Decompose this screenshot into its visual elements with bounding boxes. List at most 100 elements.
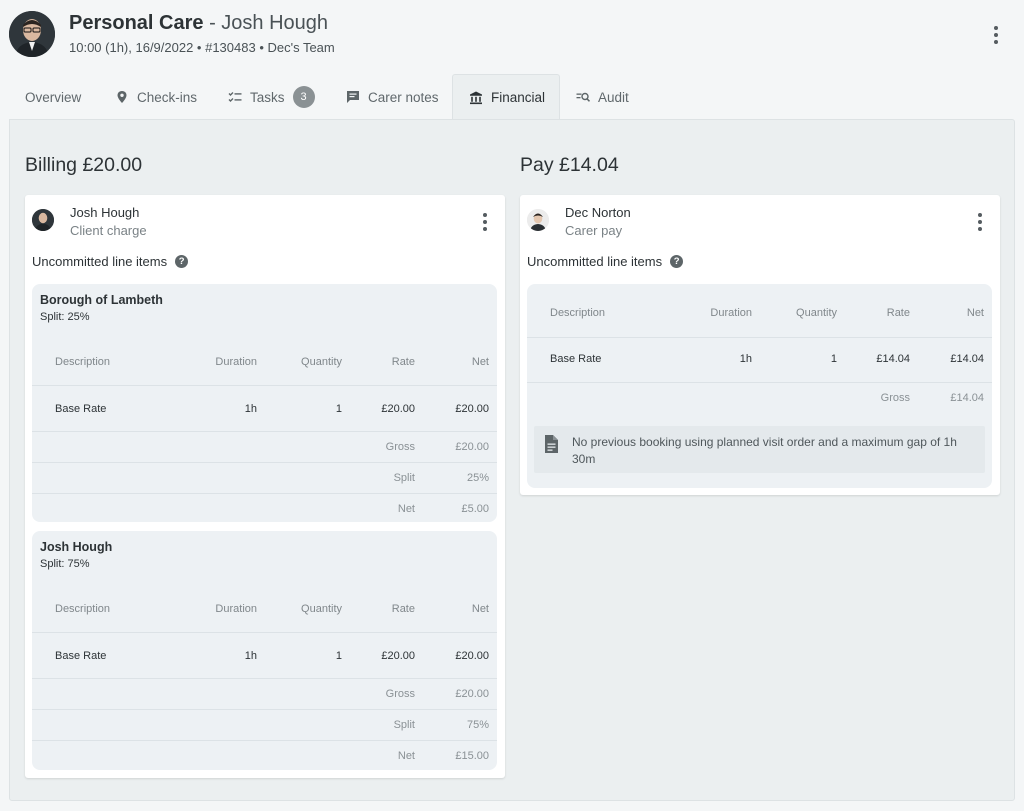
row-quantity: 1 bbox=[831, 353, 837, 365]
col-quantity: Quantity bbox=[301, 603, 342, 615]
split-label: Split bbox=[394, 719, 415, 731]
net-value: £5.00 bbox=[461, 503, 489, 515]
split-value: 75% bbox=[467, 719, 489, 731]
gross-value: £14.04 bbox=[950, 392, 984, 404]
row-net: £20.00 bbox=[455, 403, 489, 415]
gross-label: Gross bbox=[386, 688, 415, 700]
tab-bar: Overview Check-ins Tasks 3 Carer notes F… bbox=[0, 74, 1024, 120]
gross-row: Gross £20.00 bbox=[32, 431, 497, 462]
tab-overview[interactable]: Overview bbox=[25, 74, 81, 120]
billing-more-icon[interactable] bbox=[473, 210, 497, 234]
tab-check-ins-label: Check-ins bbox=[137, 90, 197, 105]
net-value: £15.00 bbox=[455, 750, 489, 762]
row-quantity: 1 bbox=[336, 403, 342, 415]
page-title: Personal Care - Josh Hough bbox=[69, 12, 328, 35]
col-net: Net bbox=[967, 307, 984, 319]
group-name: Josh Hough bbox=[40, 540, 112, 554]
billing-card: Josh Hough Client charge Uncommitted lin… bbox=[25, 195, 505, 778]
gross-label: Gross bbox=[386, 441, 415, 453]
table-header-row: Description Duration Quantity Rate Net bbox=[32, 339, 497, 385]
tab-audit-label: Audit bbox=[598, 90, 629, 105]
row-rate: £20.00 bbox=[381, 650, 415, 662]
col-rate: Rate bbox=[392, 356, 415, 368]
pay-card: Dec Norton Carer pay Uncommitted line it… bbox=[520, 195, 1000, 495]
client-avatar-small bbox=[32, 209, 54, 231]
group-split: Split: 75% bbox=[40, 558, 90, 570]
billing-group-josh-hough: Josh Hough Split: 75% Description Durati… bbox=[32, 531, 497, 770]
carer-avatar bbox=[527, 209, 549, 231]
billing-person-role: Client charge bbox=[70, 223, 147, 238]
row-rate: £20.00 bbox=[381, 403, 415, 415]
header-more-icon[interactable] bbox=[984, 23, 1008, 47]
table-header-row: Description Duration Quantity Rate Net bbox=[527, 291, 992, 337]
net-label: Net bbox=[398, 750, 415, 762]
row-net: £14.04 bbox=[950, 353, 984, 365]
table-row: Base Rate 1h 1 £14.04 £14.04 bbox=[527, 337, 992, 382]
billing-uncommitted-label: Uncommitted line items bbox=[32, 254, 167, 269]
pay-person-name: Dec Norton bbox=[565, 205, 631, 220]
tab-audit[interactable]: Audit bbox=[576, 74, 629, 120]
pay-uncommitted-heading: Uncommitted line items ? bbox=[527, 254, 683, 269]
row-duration: 1h bbox=[245, 403, 257, 415]
col-duration: Duration bbox=[710, 307, 752, 319]
billing-person-name: Josh Hough bbox=[70, 205, 139, 220]
checklist-icon bbox=[228, 90, 242, 104]
title-separator: - bbox=[204, 12, 222, 34]
pay-uncommitted-label: Uncommitted line items bbox=[527, 254, 662, 269]
tasks-count-badge: 3 bbox=[293, 86, 315, 108]
location-pin-icon bbox=[115, 90, 129, 104]
document-icon bbox=[544, 435, 558, 453]
row-duration: 1h bbox=[740, 353, 752, 365]
col-quantity: Quantity bbox=[301, 356, 342, 368]
split-row: Split 75% bbox=[32, 709, 497, 740]
financial-panel: Billing £20.00 Josh Hough Client charge … bbox=[9, 119, 1015, 801]
help-icon[interactable]: ? bbox=[670, 255, 683, 268]
row-description: Base Rate bbox=[55, 650, 106, 662]
billing-title: Billing £20.00 bbox=[25, 154, 142, 177]
col-net: Net bbox=[472, 603, 489, 615]
split-row: Split 25% bbox=[32, 462, 497, 493]
pay-more-icon[interactable] bbox=[968, 210, 992, 234]
service-name: Personal Care bbox=[69, 12, 204, 34]
col-quantity: Quantity bbox=[796, 307, 837, 319]
billing-uncommitted-heading: Uncommitted line items ? bbox=[32, 254, 188, 269]
split-value: 25% bbox=[467, 472, 489, 484]
gross-label: Gross bbox=[881, 392, 910, 404]
table-row: Base Rate 1h 1 £20.00 £20.00 bbox=[32, 632, 497, 678]
row-description: Base Rate bbox=[550, 353, 601, 365]
tab-check-ins[interactable]: Check-ins bbox=[115, 74, 197, 120]
group-split: Split: 25% bbox=[40, 311, 90, 323]
help-icon[interactable]: ? bbox=[175, 255, 188, 268]
bank-icon bbox=[469, 91, 483, 105]
tab-financial[interactable]: Financial bbox=[452, 74, 560, 120]
tab-overview-label: Overview bbox=[25, 90, 81, 105]
row-duration: 1h bbox=[245, 650, 257, 662]
tab-financial-label: Financial bbox=[491, 90, 545, 105]
tab-carer-notes[interactable]: Carer notes bbox=[346, 74, 439, 120]
col-description: Description bbox=[55, 356, 110, 368]
pay-note-text: No previous booking using planned visit … bbox=[572, 434, 972, 468]
col-rate: Rate bbox=[887, 307, 910, 319]
visit-details: 10:00 (1h), 16/9/2022 • #130483 • Dec's … bbox=[69, 40, 335, 55]
gross-row: Gross £20.00 bbox=[32, 678, 497, 709]
gross-value: £20.00 bbox=[455, 441, 489, 453]
tab-carer-notes-label: Carer notes bbox=[368, 90, 439, 105]
col-description: Description bbox=[550, 307, 605, 319]
row-net: £20.00 bbox=[455, 650, 489, 662]
col-rate: Rate bbox=[392, 603, 415, 615]
col-duration: Duration bbox=[215, 603, 257, 615]
client-avatar bbox=[9, 11, 55, 57]
net-row: Net £5.00 bbox=[32, 493, 497, 522]
net-label: Net bbox=[398, 503, 415, 515]
col-description: Description bbox=[55, 603, 110, 615]
tab-tasks[interactable]: Tasks 3 bbox=[228, 74, 315, 120]
tab-tasks-label: Tasks bbox=[250, 90, 285, 105]
audit-search-icon bbox=[576, 90, 590, 104]
col-duration: Duration bbox=[215, 356, 257, 368]
pay-group: Description Duration Quantity Rate Net B… bbox=[527, 284, 992, 488]
split-label: Split bbox=[394, 472, 415, 484]
row-description: Base Rate bbox=[55, 403, 106, 415]
col-net: Net bbox=[472, 356, 489, 368]
note-icon bbox=[346, 90, 360, 104]
table-row: Base Rate 1h 1 £20.00 £20.00 bbox=[32, 385, 497, 431]
